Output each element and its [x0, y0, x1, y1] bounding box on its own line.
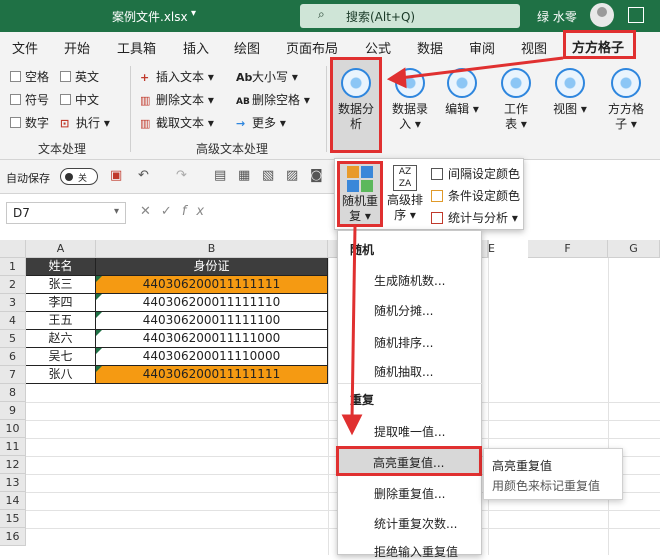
arrow-to-data-analysis	[399, 56, 564, 80]
annotation-arrows	[341, 56, 564, 436]
arrow-head-icon	[386, 67, 407, 89]
arrow-head-icon	[341, 414, 363, 436]
arrow-to-duplicate	[350, 225, 357, 421]
